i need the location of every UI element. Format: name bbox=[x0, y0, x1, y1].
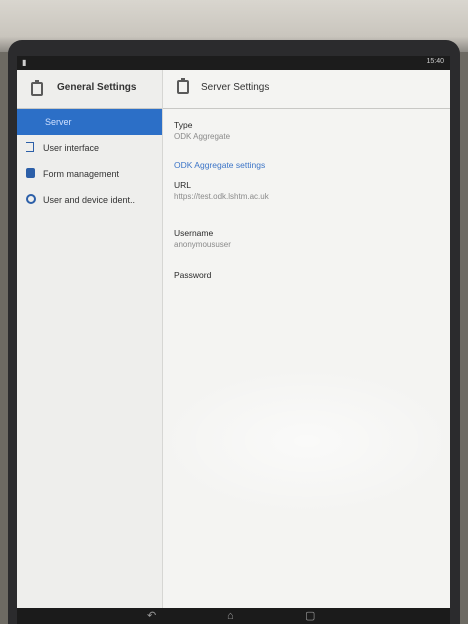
user-icon bbox=[26, 194, 36, 204]
sidebar-item-label: User interface bbox=[43, 143, 100, 153]
pref-url-title: URL bbox=[174, 180, 192, 190]
app-screen: ▮ 15:40 General Settings Server User int… bbox=[17, 56, 450, 608]
sidebar-item-label: Form management bbox=[43, 169, 120, 179]
sidebar-item-label: Server bbox=[45, 117, 72, 127]
pref-url-summary: https://test.odk.lshtm.ac.uk bbox=[174, 192, 269, 201]
sidebar-title: General Settings bbox=[57, 82, 137, 93]
settings-sidebar: General Settings Server User interface F… bbox=[17, 70, 163, 608]
pref-password-title: Password bbox=[174, 270, 212, 280]
server-settings-pane: Server Settings Type ODK Aggregate ODK A… bbox=[163, 70, 450, 608]
sidebar-item-label: User and device ident.. bbox=[43, 195, 136, 205]
system-nav-bar: ↶ ⌂ ▢ bbox=[17, 608, 450, 624]
pref-username[interactable]: Username anonymoususer bbox=[174, 228, 231, 249]
home-icon[interactable]: ⌂ bbox=[227, 609, 234, 623]
notification-icon: ▮ bbox=[22, 58, 27, 67]
category-odk-aggregate: ODK Aggregate settings bbox=[174, 160, 266, 170]
sidebar-item-server[interactable]: Server bbox=[17, 109, 162, 135]
sidebar-item-user-interface[interactable]: User interface bbox=[17, 135, 162, 161]
pane-header: Server Settings bbox=[163, 70, 450, 109]
pref-username-summary: anonymoususer bbox=[174, 240, 231, 249]
pref-type-summary: ODK Aggregate bbox=[174, 132, 231, 141]
pref-username-title: Username bbox=[174, 228, 214, 238]
pref-type[interactable]: Type ODK Aggregate bbox=[174, 120, 230, 141]
recent-apps-icon[interactable]: ▢ bbox=[305, 609, 315, 623]
pref-url[interactable]: URL https://test.odk.lshtm.ac.uk bbox=[174, 180, 269, 201]
sidebar-item-form-management[interactable]: Form management bbox=[17, 161, 162, 187]
door-icon bbox=[26, 142, 34, 152]
form-icon bbox=[26, 168, 35, 178]
clipboard-icon bbox=[177, 78, 189, 94]
pref-type-title: Type bbox=[174, 120, 193, 130]
clipboard-icon bbox=[31, 80, 43, 96]
back-icon[interactable]: ↶ bbox=[147, 609, 156, 623]
sidebar-item-user-device-identity[interactable]: User and device ident.. bbox=[17, 187, 162, 213]
pref-password[interactable]: Password bbox=[174, 270, 211, 280]
status-bar: ▮ 15:40 bbox=[17, 56, 450, 70]
sidebar-header: General Settings bbox=[17, 70, 162, 109]
status-time: 15:40 bbox=[426, 58, 444, 65]
page-title: Server Settings bbox=[201, 82, 270, 93]
